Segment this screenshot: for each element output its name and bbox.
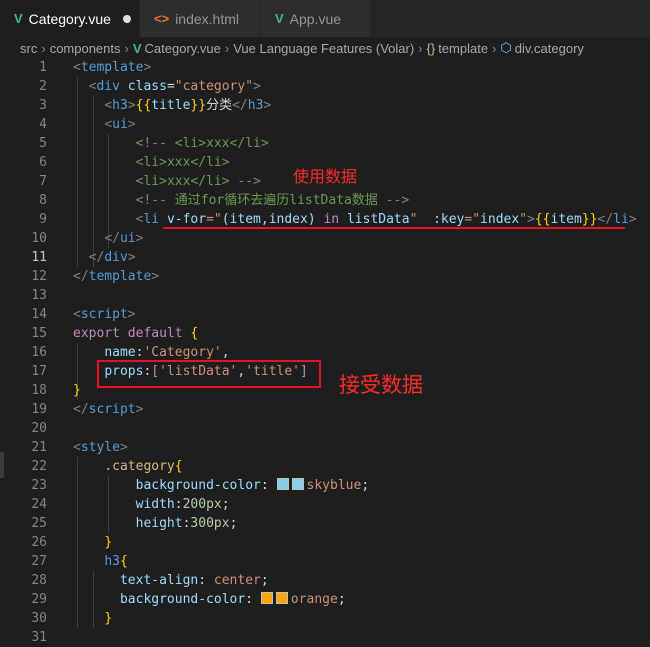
- code-line: 12 </template>: [0, 267, 650, 286]
- tab-label: App.vue: [289, 10, 342, 27]
- vue-file-icon: V: [14, 11, 23, 26]
- code-line: 14 <script>: [0, 305, 650, 324]
- tab-index-html[interactable]: <> index.html: [140, 0, 261, 37]
- breadcrumb-item[interactable]: Category.vue: [145, 41, 221, 56]
- code-line: 27 h3{: [0, 552, 650, 571]
- line-number: 24: [31, 497, 47, 512]
- line-number: 1: [39, 60, 47, 75]
- underline-annotation: [163, 227, 625, 229]
- code-line: 22 .category{: [0, 457, 650, 476]
- breadcrumb-item[interactable]: src: [20, 41, 37, 56]
- annotation-receive-data: 接受数据: [339, 373, 423, 397]
- line-number: 26: [31, 535, 47, 550]
- chevron-right-icon: ›: [124, 40, 129, 56]
- line-number: 18: [31, 383, 47, 398]
- code-line: 3 <h3>{{title}}分类</h3>: [0, 96, 650, 115]
- chevron-right-icon: ›: [224, 40, 230, 56]
- chevron-right-icon: ›: [418, 40, 423, 56]
- vue-file-icon: V: [275, 11, 284, 26]
- line-number: 2: [39, 79, 47, 94]
- tab-category-vue[interactable]: V Category.vue: [0, 0, 140, 37]
- code-line: 19 </script>: [0, 400, 650, 419]
- unsaved-dot-icon[interactable]: [122, 14, 131, 23]
- code-line: 31: [0, 628, 650, 647]
- line-number: 28: [31, 573, 47, 588]
- line-number: 17: [31, 364, 47, 379]
- code-line: 8 <!-- 通过for循环去遍历listData数据 -->: [0, 191, 650, 210]
- chevron-right-icon: ›: [492, 40, 497, 56]
- color-swatch-icon[interactable]: [276, 478, 289, 490]
- code-editor[interactable]: 1 <template> 2 <div class="category"> 3 <…: [0, 58, 650, 647]
- code-line: 2 <div class="category">: [0, 77, 650, 96]
- line-number: 25: [31, 516, 47, 531]
- line-number: 20: [31, 421, 47, 436]
- code-line: 25 height:300px;: [0, 514, 650, 533]
- line-number: 8: [39, 193, 47, 208]
- line-number: 13: [31, 288, 47, 303]
- code-line: 28 text-align: center;: [0, 571, 650, 590]
- code-line: 21 <style>: [0, 438, 650, 457]
- code-line: 20: [0, 419, 650, 438]
- vue-file-icon: V: [132, 40, 142, 56]
- code-line: 23 background-color: skyblue;: [0, 476, 650, 495]
- breadcrumb: src › components › V Category.vue › Vue …: [0, 37, 650, 59]
- line-number: 3: [39, 98, 47, 113]
- line-number: 4: [39, 117, 47, 132]
- line-number: 5: [39, 136, 47, 151]
- breadcrumb-item[interactable]: div.category: [515, 41, 584, 56]
- code-line: 1 <template>: [0, 58, 650, 77]
- code-line: 5 <!-- <li>xxx</li>: [0, 134, 650, 153]
- color-swatch-icon[interactable]: [291, 478, 304, 490]
- code-line: 13: [0, 286, 650, 305]
- line-number: 7: [39, 174, 47, 189]
- line-number: 22: [31, 459, 47, 474]
- code-line-current: 11 </div>: [0, 248, 650, 267]
- line-number: 9: [39, 212, 47, 227]
- color-swatch-icon[interactable]: [260, 592, 273, 604]
- props-highlight-box: [97, 360, 321, 388]
- line-number: 11: [31, 250, 47, 265]
- line-number: 30: [31, 611, 47, 626]
- line-number: 23: [31, 478, 47, 493]
- code-line: 10 </ui>: [0, 229, 650, 248]
- tab-app-vue[interactable]: V App.vue: [261, 0, 371, 37]
- cube-icon: ⬡: [500, 40, 512, 55]
- code-line: 24 width:200px;: [0, 495, 650, 514]
- annotation-use-data: 使用数据: [293, 167, 358, 186]
- code-line: 4 <ui>: [0, 115, 650, 134]
- editor-tab-bar: V Category.vue <> index.html V App.vue: [0, 0, 650, 37]
- breadcrumb-item[interactable]: template: [438, 41, 488, 56]
- tab-label: index.html: [175, 10, 239, 27]
- line-number: 31: [31, 630, 47, 645]
- line-number: 19: [31, 402, 47, 417]
- line-number: 27: [31, 554, 47, 569]
- line-number: 29: [31, 592, 47, 607]
- code-line: 26 }: [0, 533, 650, 552]
- braces-icon: {}: [426, 40, 436, 56]
- line-number: 16: [31, 345, 47, 360]
- code-line: 29 background-color: orange;: [0, 590, 650, 609]
- line-number: 6: [39, 155, 47, 170]
- chevron-right-icon: ›: [41, 40, 46, 56]
- breadcrumb-item[interactable]: Vue Language Features (Volar): [233, 41, 414, 56]
- breadcrumb-item[interactable]: components: [50, 41, 121, 56]
- code-line: 30 }: [0, 609, 650, 628]
- tab-label: Category.vue: [28, 10, 111, 27]
- line-number: 12: [31, 269, 47, 284]
- code-line: 15 export default {: [0, 324, 650, 343]
- line-number: 14: [31, 307, 47, 322]
- line-number: 10: [31, 231, 47, 246]
- line-number: 21: [31, 440, 47, 455]
- html-file-icon: <>: [154, 11, 170, 26]
- line-number: 15: [31, 326, 47, 341]
- color-swatch-icon[interactable]: [275, 592, 288, 604]
